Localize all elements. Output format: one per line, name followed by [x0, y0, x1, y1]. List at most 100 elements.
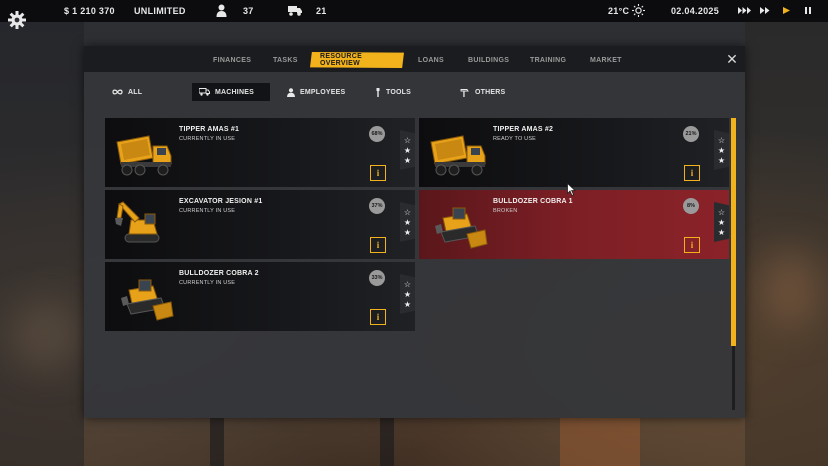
star-icon: ☆ [717, 135, 726, 145]
machine-info-button[interactable]: i [684, 165, 700, 181]
star-icon: ★ [403, 299, 412, 309]
filter-employees-label: EMPLOYEES [300, 88, 346, 96]
top-status-bar: $ 1 210 370 UNLIMITED 37 21 21°C 02.04.2… [0, 0, 828, 22]
fast-forward-icon [760, 7, 770, 14]
close-button[interactable]: ✕ [725, 52, 739, 66]
machine-card[interactable]: EXCAVATOR JESION #1 CURRENTLY IN USE 37%… [105, 190, 415, 259]
machine-card[interactable]: TIPPER AMAS #2 READY TO USE 21% i ☆ ★ ★ [419, 118, 729, 187]
truck-icon [288, 6, 302, 16]
filter-tools[interactable]: TOOLS [368, 83, 418, 101]
excavator-icon [113, 196, 175, 254]
machine-status: READY TO USE [493, 136, 537, 142]
workers-display: 37 [216, 4, 254, 17]
weather-display [632, 4, 645, 17]
pause-button[interactable] [805, 7, 811, 14]
tab-loans[interactable]: LOANS [418, 52, 444, 68]
vehicles-display: 21 [288, 5, 327, 16]
tab-buildings[interactable]: BUILDINGS [468, 52, 509, 68]
money-display: $ 1 210 370 [64, 6, 115, 16]
machine-info-button[interactable]: i [684, 237, 700, 253]
star-icon: ☆ [717, 207, 726, 217]
hammer-icon [460, 88, 469, 97]
machine-status: CURRENTLY IN USE [179, 280, 236, 286]
star-icon: ★ [403, 145, 412, 155]
machine-info-button[interactable]: i [370, 309, 386, 325]
filter-others[interactable]: OTHERS [453, 83, 512, 101]
temperature-display: 21°C [608, 6, 629, 16]
person-icon [287, 87, 295, 97]
tipper-icon [113, 124, 175, 182]
resource-overview-panel: FINANCES TASKS RESOURCE OVERVIEW LOANS B… [84, 46, 745, 418]
limit-value: UNLIMITED [134, 6, 186, 16]
truck-icon [199, 88, 210, 96]
star-icon: ★ [717, 217, 726, 227]
filter-all-label: ALL [128, 88, 143, 96]
machine-condition-badge: 37% [369, 198, 385, 214]
sun-icon [632, 4, 645, 17]
filter-bar: ALL MACHINES EMPLOYEES TOOLS OTHERS [84, 83, 745, 103]
play-icon [783, 7, 790, 14]
machine-card[interactable]: BULLDOZER COBRA 1 BROKEN 8% i ☆ ★ ★ [419, 190, 729, 259]
person-icon [216, 4, 227, 17]
bulldozer-icon [427, 196, 489, 254]
main-tab-bar: FINANCES TASKS RESOURCE OVERVIEW LOANS B… [84, 46, 745, 72]
machine-name: TIPPER AMAS #1 [179, 126, 240, 133]
filter-others-label: OTHERS [475, 88, 506, 96]
machine-condition-badge: 33% [369, 270, 385, 286]
machine-card[interactable]: BULLDOZER COBRA 2 CURRENTLY IN USE 33% i… [105, 262, 415, 331]
speed-fast-button[interactable] [760, 7, 770, 14]
fast-forward-icon [738, 7, 751, 14]
filter-machines[interactable]: MACHINES [192, 83, 270, 101]
star-icon: ★ [717, 145, 726, 155]
speed-fastest-button[interactable] [738, 7, 751, 14]
filter-all[interactable]: ALL [105, 83, 149, 101]
tab-tasks[interactable]: TASKS [273, 52, 298, 68]
star-icon: ★ [403, 155, 412, 165]
star-icon: ☆ [403, 279, 412, 289]
tab-training[interactable]: TRAINING [530, 52, 566, 68]
machine-rating: ☆ ★ ★ [400, 202, 415, 242]
money-value: $ 1 210 370 [64, 6, 115, 16]
machine-name: TIPPER AMAS #2 [493, 126, 554, 133]
machine-card[interactable]: TIPPER AMAS #1 CURRENTLY IN USE 68% i ☆ … [105, 118, 415, 187]
star-icon: ★ [403, 289, 412, 299]
star-icon: ★ [717, 227, 726, 237]
machine-condition-badge: 21% [683, 126, 699, 142]
filter-employees[interactable]: EMPLOYEES [280, 83, 352, 101]
star-icon: ★ [403, 227, 412, 237]
date-value: 02.04.2025 [671, 6, 720, 16]
scrollbar-thumb[interactable] [731, 118, 736, 346]
machine-rating: ☆ ★ ★ [400, 130, 415, 170]
mouse-cursor-icon [567, 183, 576, 196]
infinity-icon [112, 89, 123, 95]
star-icon: ☆ [403, 207, 412, 217]
machine-rating: ☆ ★ ★ [714, 130, 729, 170]
machine-condition-badge: 68% [369, 126, 385, 142]
machine-name: BULLDOZER COBRA 2 [179, 270, 259, 277]
tab-finances[interactable]: FINANCES [213, 52, 251, 68]
tab-market[interactable]: MARKET [590, 52, 622, 68]
machine-status: CURRENTLY IN USE [179, 136, 236, 142]
settings-gear-icon[interactable] [8, 11, 26, 29]
machine-name: BULLDOZER COBRA 1 [493, 198, 573, 205]
machine-name: EXCAVATOR JESION #1 [179, 198, 263, 205]
workers-count: 37 [243, 5, 254, 16]
star-icon: ★ [717, 155, 726, 165]
bulldozer-icon [113, 268, 175, 326]
machine-info-button[interactable]: i [370, 237, 386, 253]
machine-info-button[interactable]: i [370, 165, 386, 181]
star-icon: ☆ [403, 135, 412, 145]
tool-icon [376, 87, 380, 97]
machine-condition-badge: 8% [683, 198, 699, 214]
limit-display: UNLIMITED [134, 6, 186, 16]
date-display: 02.04.2025 [671, 6, 719, 16]
filter-machines-label: MACHINES [215, 88, 254, 96]
play-button[interactable] [783, 7, 790, 14]
machine-rating: ☆ ★ ★ [714, 202, 729, 242]
filter-tools-label: TOOLS [386, 88, 411, 96]
tab-resource-overview[interactable]: RESOURCE OVERVIEW [310, 52, 404, 68]
machine-status: BROKEN [493, 208, 518, 214]
star-icon: ★ [403, 217, 412, 227]
machine-rating: ☆ ★ ★ [400, 274, 415, 314]
temperature-value: 21°C [608, 6, 630, 16]
